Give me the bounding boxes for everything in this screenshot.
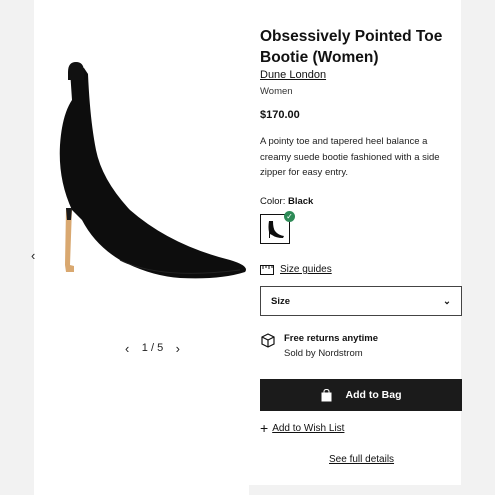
boot-thumbnail-icon bbox=[268, 221, 284, 238]
pager-prev-button[interactable]: ‹ bbox=[125, 341, 129, 356]
chevron-down-icon: ⌄ bbox=[443, 295, 451, 307]
add-to-wish-list-link[interactable]: + Add to Wish List bbox=[260, 420, 344, 436]
right-frame bbox=[461, 0, 495, 495]
add-to-bag-button[interactable]: Add to Bag bbox=[260, 379, 462, 411]
product-title: Obsessively Pointed Toe Bootie (Women) bbox=[260, 28, 443, 66]
shopping-bag-icon bbox=[321, 388, 331, 401]
returns-info: Free returns anytime Sold by Nordstrom bbox=[260, 333, 378, 359]
box-return-icon bbox=[261, 333, 275, 348]
gallery-prev-arrow[interactable]: ‹ bbox=[31, 248, 35, 263]
price: $170.00 bbox=[260, 109, 300, 121]
pager-next-button[interactable]: › bbox=[176, 341, 180, 356]
size-guides-link[interactable]: Size guides bbox=[260, 264, 332, 275]
left-frame bbox=[0, 0, 34, 495]
department-label: Women bbox=[260, 86, 293, 97]
color-line: Color: Black bbox=[260, 196, 313, 207]
product-description: A pointy toe and tapered heel balance a … bbox=[260, 136, 440, 178]
brand-link[interactable]: Dune London bbox=[260, 69, 326, 81]
ruler-icon bbox=[260, 264, 274, 275]
see-full-details-link[interactable]: See full details bbox=[329, 454, 394, 465]
pager-count: 1 / 5 bbox=[141, 342, 164, 354]
product-image-boot bbox=[59, 62, 246, 279]
size-guides-label: Size guides bbox=[280, 264, 332, 275]
color-label: Color: bbox=[260, 196, 286, 207]
sold-by: Sold by Nordstrom bbox=[284, 348, 363, 359]
size-dropdown-label: Size bbox=[271, 295, 291, 307]
returns-title: Free returns anytime bbox=[284, 333, 378, 344]
wish-list-label: Add to Wish List bbox=[272, 422, 345, 434]
plus-icon: + bbox=[260, 420, 269, 436]
color-value: Black bbox=[287, 196, 314, 207]
gallery-pager: ‹ 1 / 5 › bbox=[125, 340, 180, 356]
add-to-bag-label: Add to Bag bbox=[345, 389, 402, 401]
selected-check-icon: ✓ bbox=[284, 211, 295, 222]
size-dropdown[interactable]: Size ⌄ bbox=[260, 286, 462, 316]
